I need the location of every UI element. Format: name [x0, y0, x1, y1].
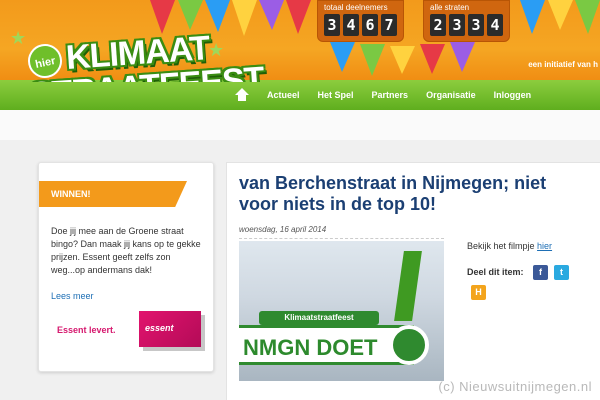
nav-item-inloggen[interactable]: Inloggen	[494, 90, 532, 100]
article-title[interactable]: van Berchenstraat in Nijmegen; niet voor…	[239, 173, 579, 215]
twitter-icon[interactable]: t	[554, 265, 569, 280]
main-nav: Actueel Het Spel Partners Organisatie In…	[0, 80, 600, 110]
article-panel: van Berchenstraat in Nijmegen; niet voor…	[226, 162, 600, 400]
film-text: Bekijk het filmpje hier	[467, 241, 552, 251]
counter-label: totaal deelnemers	[324, 3, 388, 12]
video-title: NMGN DOET	[239, 325, 414, 365]
star-icon: ★	[208, 40, 225, 60]
film-link[interactable]: hier	[537, 241, 552, 251]
widget-ribbon: WINNEN!	[39, 181, 187, 207]
counter-digit: 7	[381, 14, 397, 36]
read-more-link[interactable]: Lees meer	[51, 291, 94, 301]
nav-item-het-spel[interactable]: Het Spel	[318, 90, 354, 100]
divider	[239, 238, 444, 239]
counter-digit: 3	[449, 14, 465, 36]
star-icon: ★	[10, 28, 27, 48]
header-band	[0, 110, 600, 140]
sponsor-label: Essent levert.	[57, 325, 116, 335]
nav-item-organisatie[interactable]: Organisatie	[426, 90, 476, 100]
facebook-icon[interactable]: f	[533, 265, 548, 280]
tagline[interactable]: een initiatief van h	[528, 60, 598, 69]
article-date: woensdag, 16 april 2014	[239, 225, 327, 234]
video-thumbnail[interactable]: Klimaatstraatfeest NMGN DOET	[239, 241, 444, 381]
share-label: Deel dit item:	[467, 267, 524, 277]
video-badge: Klimaatstraatfeest	[259, 311, 379, 325]
hyves-icon[interactable]: H	[471, 285, 486, 300]
counter-digit: 2	[430, 14, 446, 36]
nav-item-partners[interactable]: Partners	[372, 90, 409, 100]
participants-counter: totaal deelnemers 3 4 6 7	[317, 0, 404, 42]
site-logo[interactable]: ★ ★ hier KLIMAAT STRAATFEEST	[8, 22, 265, 82]
counter-digit: 4	[343, 14, 359, 36]
watermark: (c) Nieuwsuitnijmegen.nl	[438, 379, 592, 394]
site-header: ★ ★ hier KLIMAAT STRAATFEEST totaal deel…	[0, 0, 600, 82]
home-icon[interactable]	[235, 88, 249, 102]
exclamation-bar	[394, 251, 422, 321]
film-text-label: Bekijk het filmpje	[467, 241, 535, 251]
nav-item-actueel[interactable]: Actueel	[267, 90, 300, 100]
essent-logo-text: essent	[145, 323, 174, 333]
streets-counter: alle straten 2 3 3 4	[423, 0, 510, 42]
counter-digit: 3	[468, 14, 484, 36]
widget-text: Doe jij mee aan de Groene straat bingo? …	[51, 226, 201, 275]
exclamation-dot	[389, 325, 429, 365]
counter-digit: 3	[324, 14, 340, 36]
counter-digit: 6	[362, 14, 378, 36]
essent-logo[interactable]: essent	[139, 311, 201, 347]
counter-label: alle straten	[430, 3, 470, 12]
counter-digit: 4	[487, 14, 503, 36]
winnen-widget: WINNEN! Doe jij mee aan de Groene straat…	[38, 162, 214, 372]
